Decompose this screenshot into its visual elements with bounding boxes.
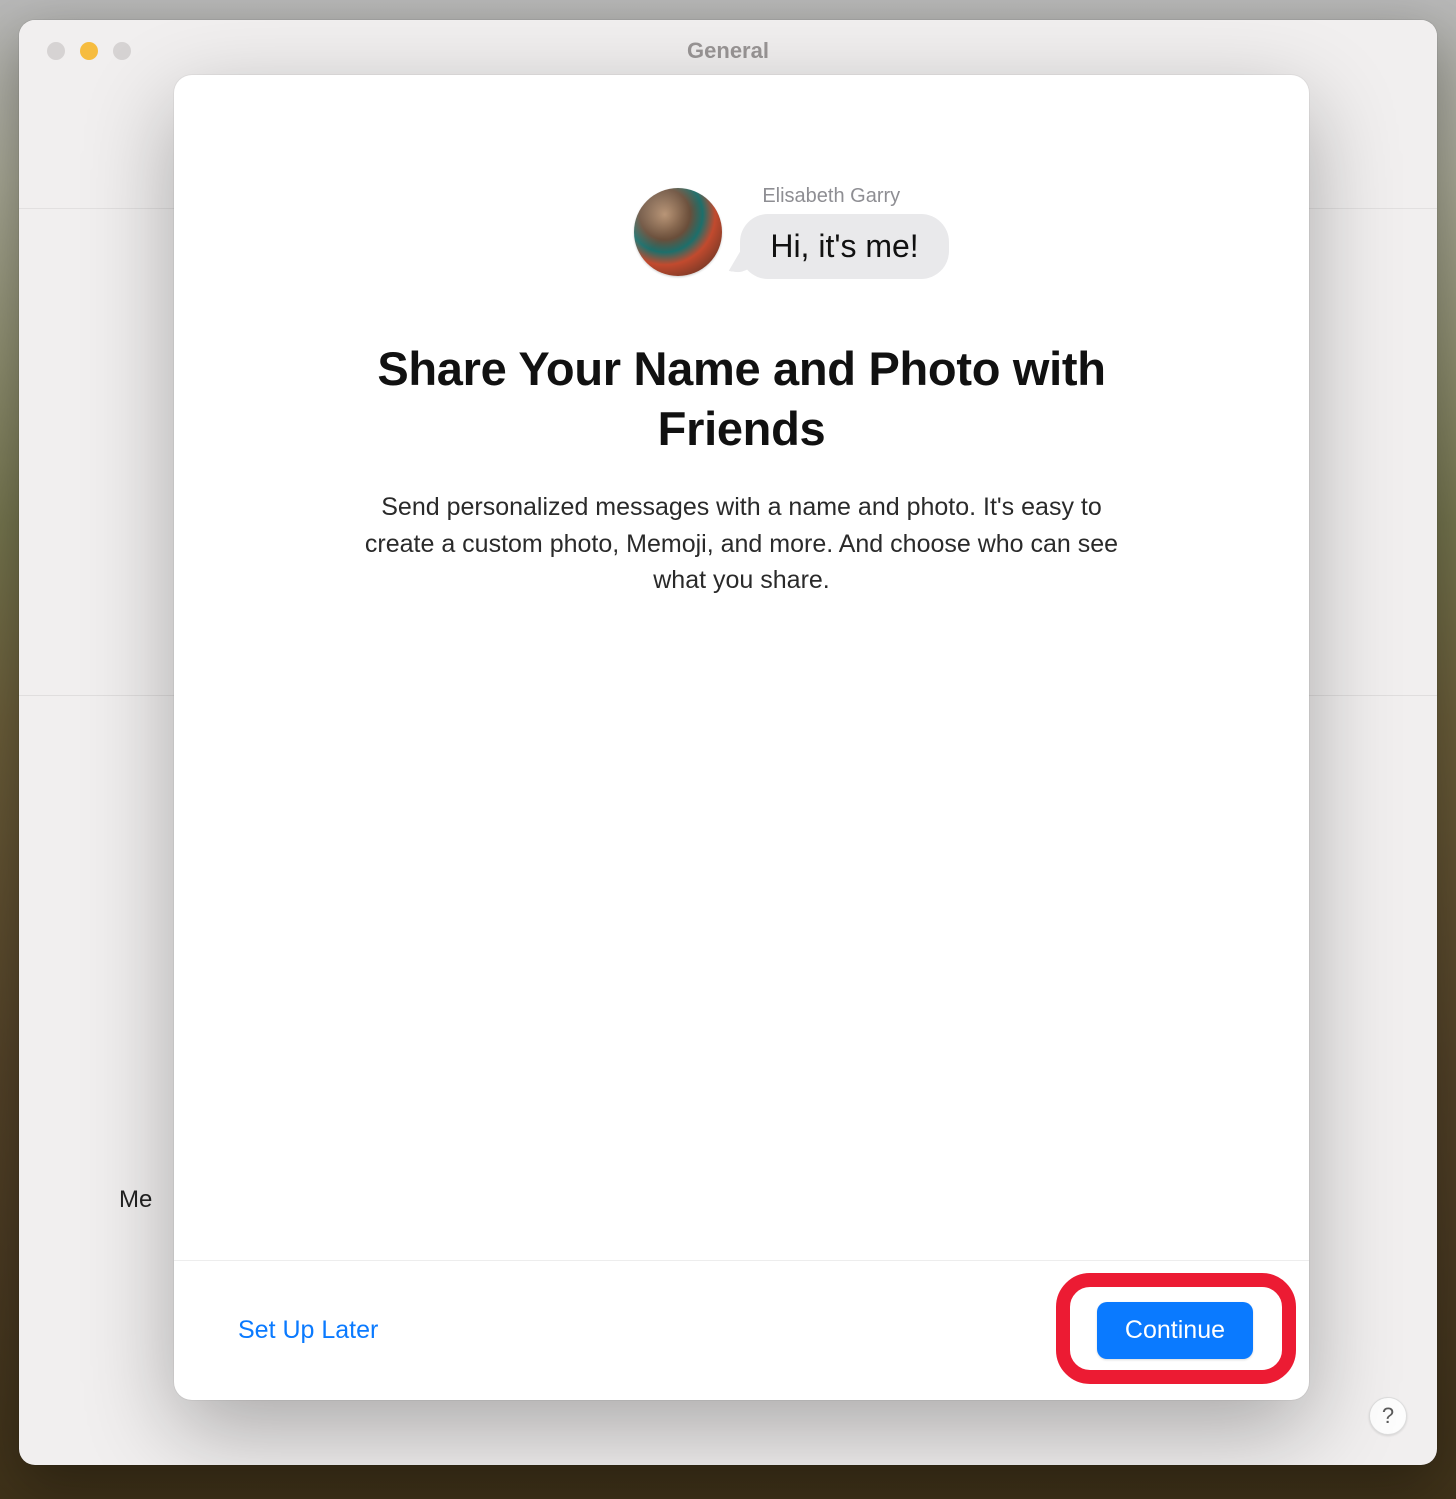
continue-button[interactable]: Continue bbox=[1097, 1302, 1253, 1359]
preview-message-bubble: Hi, it's me! bbox=[740, 214, 948, 279]
background-label-partial: Me bbox=[119, 1186, 152, 1214]
preferences-window: General Me ? Elisabeth Garry Hi, it's me… bbox=[19, 20, 1437, 1465]
message-preview: Elisabeth Garry Hi, it's me! bbox=[634, 185, 948, 279]
sheet-footer: Set Up Later Continue bbox=[174, 1260, 1309, 1400]
bubble-wrap: Elisabeth Garry Hi, it's me! bbox=[740, 185, 948, 279]
share-name-photo-sheet: Elisabeth Garry Hi, it's me! Share Your … bbox=[174, 75, 1309, 1400]
help-button[interactable]: ? bbox=[1369, 1397, 1407, 1435]
window-titlebar: General bbox=[19, 20, 1437, 82]
minimize-window-button[interactable] bbox=[80, 42, 98, 60]
sheet-body: Elisabeth Garry Hi, it's me! Share Your … bbox=[174, 75, 1309, 1260]
avatar bbox=[634, 188, 722, 276]
sheet-headline: Share Your Name and Photo with Friends bbox=[332, 339, 1152, 459]
preview-sender-name: Elisabeth Garry bbox=[762, 185, 900, 208]
question-mark-icon: ? bbox=[1382, 1403, 1394, 1429]
close-window-button[interactable] bbox=[47, 42, 65, 60]
sheet-subhead: Send personalized messages with a name a… bbox=[357, 489, 1127, 598]
traffic-lights bbox=[19, 42, 131, 60]
window-title: General bbox=[19, 38, 1437, 64]
zoom-window-button[interactable] bbox=[113, 42, 131, 60]
set-up-later-button[interactable]: Set Up Later bbox=[238, 1316, 378, 1345]
